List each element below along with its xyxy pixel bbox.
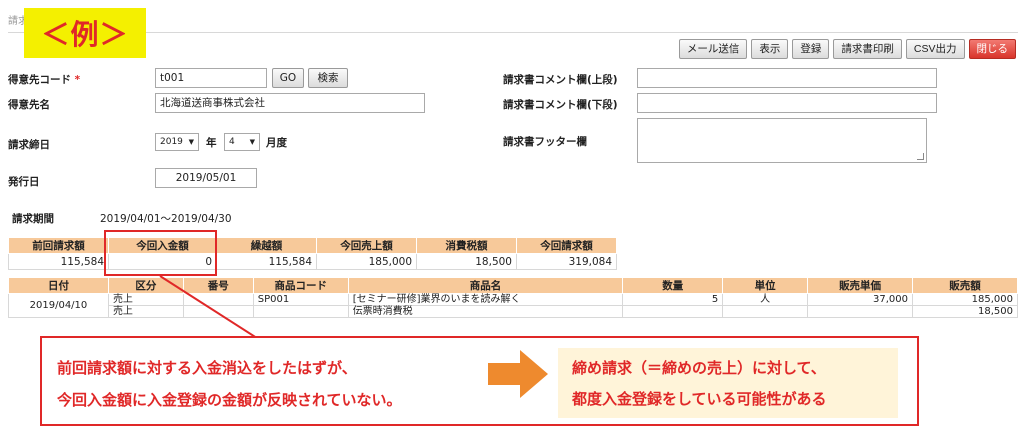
- search-button[interactable]: 検索: [308, 68, 348, 88]
- footer-label: 請求書フッター欄: [503, 136, 587, 148]
- detail-header: 販売単価: [807, 277, 914, 294]
- detail-qty: 5: [622, 293, 724, 306]
- month-select[interactable]: 4 ▼: [224, 133, 260, 151]
- detail-unit: [722, 305, 809, 318]
- customer-code-input[interactable]: t001: [155, 68, 267, 88]
- detail-table: 日付 区分 番号 商品コード 商品名 数量 単位 販売単価 販売額 2019/0…: [8, 277, 1018, 318]
- summary-header: 繰越額: [216, 237, 317, 254]
- month-unit: 月度: [266, 137, 287, 149]
- detail-header-row: 日付 区分 番号 商品コード 商品名 数量 単位 販売単価 販売額: [8, 277, 1018, 294]
- detail-price: 37,000: [807, 293, 914, 306]
- detail-unit: 人: [722, 293, 809, 306]
- detail-header: 数量: [622, 277, 724, 294]
- detail-kubun: 売上: [107, 305, 184, 318]
- display-button[interactable]: 表示: [751, 39, 789, 59]
- detail-name: [セミナー研修]業界のいまを読み解く: [347, 293, 624, 306]
- billing-period-value: 2019/04/01～2019/04/30: [100, 213, 232, 225]
- summary-value: 185,000: [316, 253, 417, 270]
- month-value: 4: [229, 137, 235, 147]
- summary-value: 319,084: [516, 253, 617, 270]
- detail-header: 商品名: [347, 277, 624, 294]
- year-value: 2019: [160, 137, 183, 147]
- comment-lower-label: 請求書コメント欄(下段): [503, 99, 618, 111]
- footer-textarea[interactable]: [637, 118, 927, 163]
- required-mark: *: [74, 74, 81, 86]
- example-badge: ＜例＞: [24, 8, 146, 58]
- header-divider: [8, 32, 1018, 33]
- year-select[interactable]: 2019 ▼: [155, 133, 199, 151]
- comment-upper-input[interactable]: [637, 68, 937, 88]
- callout-line-1: 前回請求額に対する入金消込をしたはずが、: [57, 359, 357, 377]
- note-line-2: 都度入金登録をしている可能性がある: [572, 390, 827, 408]
- toolbar: メール送信 表示 登録 請求書印刷 CSV出力 閉じる: [678, 39, 1016, 59]
- detail-header: 区分: [107, 277, 184, 294]
- summary-value: 115,584: [8, 253, 109, 270]
- detail-number: [182, 305, 254, 318]
- table-row: 売上 伝票時消費税 18,500: [9, 305, 1018, 318]
- comment-upper-label: 請求書コメント欄(上段): [503, 74, 618, 86]
- close-button[interactable]: 閉じる: [968, 39, 1016, 59]
- detail-header: 販売額: [912, 277, 1018, 294]
- print-invoice-button[interactable]: 請求書印刷: [833, 39, 902, 59]
- register-button[interactable]: 登録: [792, 39, 830, 59]
- detail-number: [182, 293, 254, 306]
- summary-header: 前回請求額: [8, 237, 109, 254]
- callout-line-2: 今回入金額に入金登録の金額が反映されていない。: [57, 391, 402, 409]
- detail-header: 商品コード: [252, 277, 349, 294]
- billing-period-label: 請求期間: [12, 213, 54, 225]
- detail-code: [252, 305, 349, 318]
- detail-header: 単位: [722, 277, 809, 294]
- summary-value-row: 115,584 0 115,584 185,000 18,500 319,084: [8, 253, 617, 270]
- issue-date-label: 発行日: [8, 176, 40, 188]
- chevron-down-icon: ▼: [188, 138, 194, 146]
- resize-grip-icon[interactable]: [917, 153, 924, 160]
- detail-header: 番号: [182, 277, 254, 294]
- summary-value: 115,584: [216, 253, 317, 270]
- chevron-down-icon: ▼: [249, 138, 255, 146]
- closing-date-label: 請求締日: [8, 139, 50, 151]
- detail-name: 伝票時消費税: [347, 305, 624, 318]
- detail-code: SP001: [252, 293, 349, 306]
- detail-price: [807, 305, 914, 318]
- go-button[interactable]: GO: [272, 68, 304, 88]
- summary-header: 今回売上額: [316, 237, 417, 254]
- detail-amount: 18,500: [912, 305, 1018, 318]
- table-row: 2019/04/10 売上 SP001 [セミナー研修]業界のいまを読み解く 5…: [8, 293, 1018, 318]
- detail-qty: [622, 305, 724, 318]
- summary-header: 今回請求額: [516, 237, 617, 254]
- issue-date-input[interactable]: 2019/05/01: [155, 168, 257, 188]
- send-mail-button[interactable]: メール送信: [678, 39, 748, 59]
- detail-kubun: 売上: [107, 293, 184, 306]
- detail-date: 2019/04/10: [8, 293, 109, 318]
- note-line-1: 締め請求（＝締めの売上）に対して、: [572, 359, 826, 377]
- customer-code-label: 得意先コード *: [8, 74, 81, 86]
- comment-lower-input[interactable]: [637, 93, 937, 113]
- summary-table: 前回請求額 今回入金額 繰越額 今回売上額 消費税額 今回請求額 115,584…: [8, 237, 617, 270]
- detail-header: 日付: [8, 277, 109, 294]
- customer-name-input[interactable]: 北海道送商事株式会社: [155, 93, 425, 113]
- highlight-box: [104, 230, 217, 276]
- customer-name-label: 得意先名: [8, 99, 50, 111]
- year-unit: 年: [206, 137, 217, 149]
- csv-export-button[interactable]: CSV出力: [905, 39, 965, 59]
- summary-header: 消費税額: [416, 237, 517, 254]
- summary-value: 18,500: [416, 253, 517, 270]
- detail-amount: 185,000: [912, 293, 1018, 306]
- summary-header-row: 前回請求額 今回入金額 繰越額 今回売上額 消費税額 今回請求額: [8, 237, 617, 254]
- arrow-right-icon: [488, 350, 548, 398]
